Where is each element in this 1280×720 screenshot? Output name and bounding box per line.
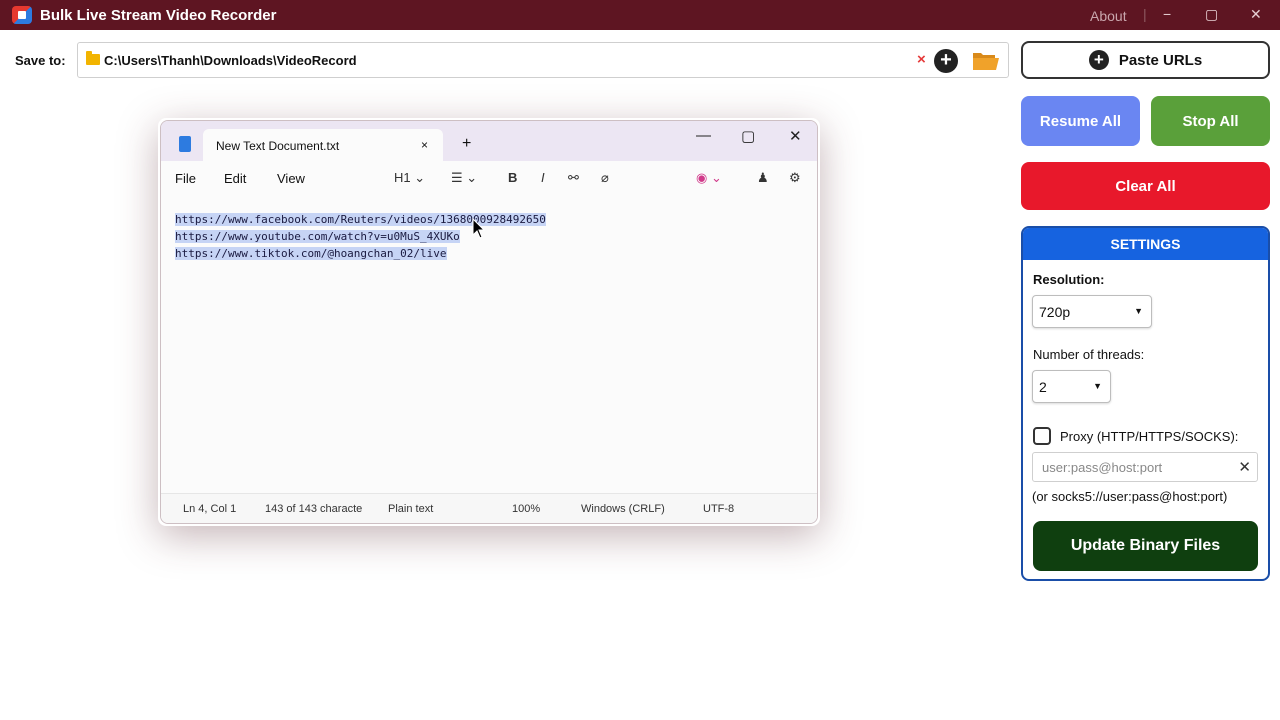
clear-all-button[interactable]: Clear All	[1021, 162, 1270, 210]
heading-dropdown[interactable]: H1 ⌄	[394, 170, 425, 186]
copilot-icon[interactable]: ◉ ⌄	[696, 170, 722, 186]
clear-proxy-icon[interactable]: ✕	[1238, 458, 1251, 476]
threads-select[interactable]: 2 ▼	[1032, 370, 1111, 403]
settings-gear-icon[interactable]: ⚙	[789, 170, 801, 186]
resolution-value: 720p	[1039, 304, 1071, 320]
italic-icon[interactable]: I	[541, 170, 545, 185]
app-logo-icon	[12, 6, 32, 24]
status-chars: 143 of 143 characte	[265, 503, 363, 515]
maximize-icon[interactable]: ▢	[1205, 6, 1218, 23]
save-to-label: Save to:	[15, 53, 66, 68]
link-icon[interactable]: ⚯	[568, 170, 579, 186]
status-encoding: UTF-8	[703, 503, 735, 515]
notepad-menu-bar: File Edit View H1 ⌄ ☰ ⌄ B I ⚯ ⌀ ◉ ⌄ ♟ ⚙	[161, 161, 817, 195]
menu-file[interactable]: File	[175, 171, 196, 186]
threads-label: Number of threads:	[1033, 347, 1145, 362]
clear-path-icon[interactable]: ×	[917, 51, 926, 68]
mouse-cursor-icon	[472, 218, 486, 239]
open-folder-icon[interactable]	[972, 49, 1000, 71]
paste-urls-label: Paste URLs	[1118, 51, 1203, 69]
notepad-tab-bar: New Text Document.txt × + — ▢ ✕	[161, 121, 817, 161]
resolution-select[interactable]: 720p ▼	[1032, 295, 1152, 328]
settings-title: SETTINGS	[1023, 228, 1268, 260]
save-path-value: C:\Users\Thanh\Downloads\VideoRecord	[104, 53, 357, 68]
notepad-minimize-icon[interactable]: —	[696, 127, 711, 144]
proxy-placeholder: user:pass@host:port	[1042, 460, 1163, 475]
text-line-content: https://www.facebook.com/Reuters/videos/…	[175, 213, 546, 226]
text-line: https://www.youtube.com/watch?v=u0MuS_4X…	[175, 228, 546, 245]
bold-icon[interactable]: B	[508, 170, 517, 185]
resume-all-button[interactable]: Resume All	[1021, 96, 1140, 146]
new-tab-icon[interactable]: +	[462, 135, 471, 153]
list-icon[interactable]: ☰ ⌄	[451, 170, 477, 186]
text-line: https://www.tiktok.com/@hoangchan_02/liv…	[175, 245, 546, 262]
window-title: Bulk Live Stream Video Recorder	[40, 7, 277, 24]
notepad-tab[interactable]: New Text Document.txt ×	[203, 129, 443, 161]
plus-circle-icon: +	[1088, 50, 1109, 70]
add-folder-icon[interactable]: +	[934, 49, 958, 73]
menu-edit[interactable]: Edit	[224, 171, 246, 186]
heading-label: H1	[394, 170, 411, 185]
status-position: Ln 4, Col 1	[183, 503, 237, 515]
tab-close-icon[interactable]: ×	[421, 138, 428, 152]
resolution-label: Resolution:	[1033, 272, 1105, 287]
threads-value: 2	[1039, 379, 1047, 395]
text-line-content: https://www.youtube.com/watch?v=u0MuS_4X…	[175, 230, 460, 243]
notepad-tab-title: New Text Document.txt	[216, 139, 340, 153]
proxy-checkbox[interactable]	[1033, 427, 1051, 445]
minimize-icon[interactable]: −	[1163, 6, 1171, 22]
paste-urls-button[interactable]: + Paste URLs	[1021, 41, 1270, 79]
save-path-field[interactable]: C:\Users\Thanh\Downloads\VideoRecord × +	[77, 42, 1009, 78]
status-zoom[interactable]: 100%	[512, 503, 540, 515]
notepad-maximize-icon[interactable]: ▢	[741, 127, 755, 145]
title-separator: |	[1143, 6, 1147, 22]
account-icon[interactable]: ♟	[757, 170, 769, 186]
proxy-label: Proxy (HTTP/HTTPS/SOCKS):	[1060, 429, 1239, 444]
proxy-hint: (or socks5://user:pass@host:port)	[1032, 489, 1228, 504]
about-link[interactable]: About	[1090, 8, 1127, 24]
stop-all-button[interactable]: Stop All	[1151, 96, 1270, 146]
notepad-icon	[179, 136, 191, 152]
proxy-input[interactable]: user:pass@host:port ✕	[1032, 452, 1258, 482]
notepad-close-icon[interactable]: ✕	[789, 127, 802, 145]
clear-format-icon[interactable]: ⌀	[601, 170, 609, 186]
update-binary-files-button[interactable]: Update Binary Files	[1033, 521, 1258, 571]
status-mode: Plain text	[388, 503, 434, 515]
close-icon[interactable]: ✕	[1250, 6, 1262, 23]
notepad-window: New Text Document.txt × + — ▢ ✕ File Edi…	[160, 120, 818, 524]
folder-icon	[86, 51, 100, 65]
notepad-status-bar: Ln 4, Col 1 143 of 143 characte Plain te…	[161, 493, 817, 523]
text-line-content: https://www.tiktok.com/@hoangchan_02/liv…	[175, 247, 447, 260]
menu-view[interactable]: View	[277, 171, 305, 186]
text-line: https://www.facebook.com/Reuters/videos/…	[175, 211, 546, 228]
status-eol: Windows (CRLF)	[581, 503, 665, 515]
title-bar: Bulk Live Stream Video Recorder About | …	[0, 0, 1280, 30]
notepad-text-area[interactable]: https://www.facebook.com/Reuters/videos/…	[175, 211, 546, 262]
dropdown-caret-icon: ▼	[1093, 381, 1102, 391]
dropdown-caret-icon: ▼	[1134, 306, 1143, 316]
